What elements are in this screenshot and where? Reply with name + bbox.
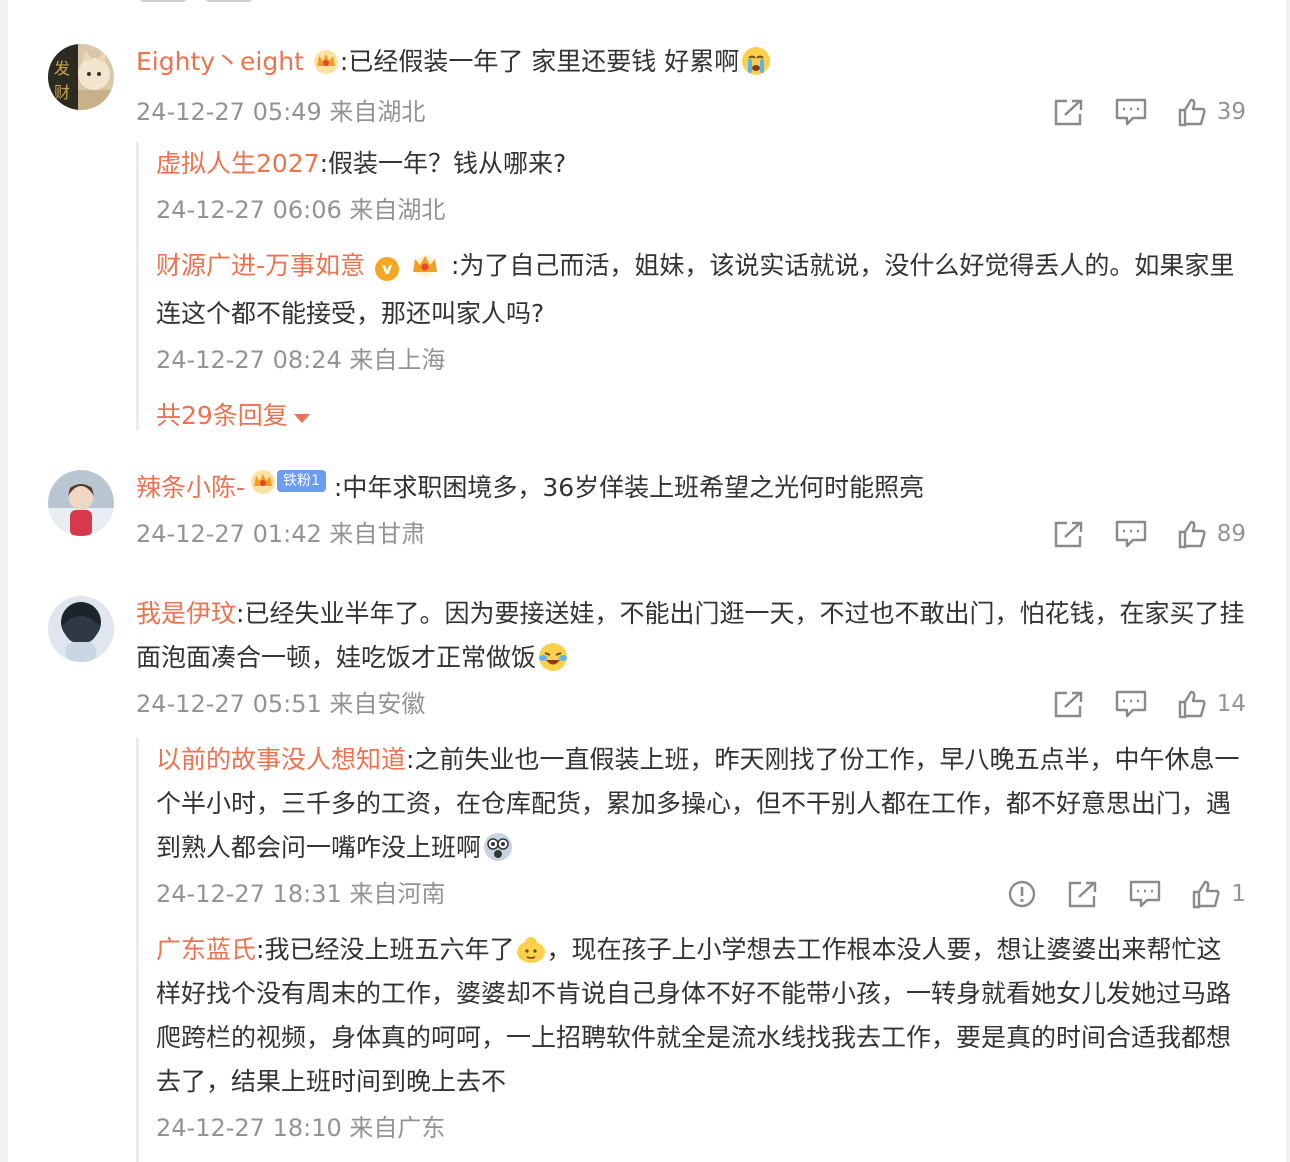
- share-button[interactable]: [1053, 97, 1085, 127]
- comment-actions: 39: [1023, 90, 1246, 134]
- sweat-emoji-icon: [516, 934, 546, 964]
- fan-badge: 铁粉1: [249, 469, 326, 494]
- reply-text: 广东蓝氏:我已经没上班五六年了 ，现在孩子上小学想去工作根本没人要，想让婆婆出来…: [156, 934, 1232, 1096]
- comment-meta: 24-12-27 05:49 来自湖北 39: [136, 90, 1246, 134]
- like-count: 39: [1216, 99, 1246, 125]
- reply-list: 以前的故事没人想知道:之前失业也一直假装上班，昨天刚找了份工作，早八晚五点半，中…: [136, 738, 1246, 1162]
- like-icon: [1178, 98, 1206, 127]
- comment-icon: [1115, 520, 1146, 548]
- reply-item: 广东蓝氏:我已经没上班五六年了 ，现在孩子上小学想去工作根本没人要，想让婆婆出来…: [156, 928, 1246, 1150]
- comment-text: 我是伊玟:已经失业半年了。因为要接送娃，不能出门逛一天，不过也不敢出门，怕花钱，…: [136, 599, 1245, 672]
- report-icon: [1009, 880, 1036, 908]
- comment-time: 24-12-27 01:42 来自甘肃: [136, 520, 426, 548]
- reply-actions: 1: [977, 872, 1246, 916]
- page-edge-left: [0, 0, 8, 1162]
- reply-item: 财源广进-万事如意 v :为了自己而活，姐妹，该说实话就说，没什么好觉得丢人的。如…: [156, 244, 1246, 382]
- user-name[interactable]: 财源广进-万事如意: [156, 251, 365, 280]
- crying-emoji-icon: [741, 46, 771, 76]
- crown-icon: [407, 248, 443, 292]
- reply-time: 24-12-27 18:10 来自广东: [156, 1114, 446, 1142]
- comment-time: 24-12-27 05:49 来自湖北: [136, 98, 426, 126]
- reply-text: 以前的故事没人想知道:之前失业也一直假装上班，昨天刚找了份工作，早八晚五点半，中…: [156, 745, 1240, 862]
- share-icon: [1054, 691, 1082, 718]
- reply-meta: 24-12-27 06:06 来自湖北: [156, 188, 1246, 232]
- comment-icon: [1115, 98, 1146, 126]
- share-icon: [1054, 99, 1082, 126]
- reply-time: 24-12-27 08:24 来自上海: [156, 346, 446, 374]
- like-button[interactable]: 39: [1177, 97, 1246, 127]
- page-edge-right: [1286, 0, 1290, 1162]
- reply-list: 虚拟人生2027:假装一年？钱从哪来? 24-12-27 06:06 来自湖北 …: [136, 142, 1246, 430]
- like-button[interactable]: 14: [1177, 689, 1246, 719]
- user-name[interactable]: 我是伊玟: [136, 599, 236, 628]
- comment-button[interactable]: [1115, 519, 1147, 549]
- shocked-emoji-icon: [483, 832, 513, 862]
- comment-button[interactable]: [1115, 97, 1147, 127]
- comment-button[interactable]: [1129, 879, 1161, 909]
- like-icon: [1178, 690, 1206, 719]
- user-name[interactable]: 以前的故事没人想知道: [156, 745, 406, 774]
- svg-text:财: 财: [54, 83, 70, 102]
- share-icon: [1069, 881, 1097, 908]
- crown-icon: [251, 470, 276, 494]
- comment-icon: [1115, 690, 1146, 718]
- comment-button[interactable]: [1115, 689, 1147, 719]
- previous-comment-cut: [140, 0, 300, 4]
- reply-time: 24-12-27 06:06 来自湖北: [156, 196, 446, 224]
- crown-icon: [312, 44, 340, 88]
- comment-text: Eighty丶eight :已经假装一年了 家里还要钱 好累啊: [136, 40, 1246, 88]
- comment-actions: 89: [1023, 512, 1246, 556]
- like-icon: [1178, 520, 1206, 549]
- comment-meta: 24-12-27 01:42 来自甘肃 89: [136, 512, 1246, 556]
- more-replies-link[interactable]: 共29条回复: [156, 396, 1246, 436]
- laughing-cry-emoji-icon: [538, 642, 568, 672]
- like-button[interactable]: 89: [1177, 519, 1246, 549]
- avatar[interactable]: [48, 470, 114, 536]
- report-button[interactable]: [1007, 879, 1037, 909]
- reply-time: 24-12-27 18:31 来自河南: [156, 880, 446, 908]
- like-count: 89: [1216, 521, 1246, 547]
- user-name[interactable]: 虚拟人生2027: [156, 149, 320, 178]
- verified-icon: v: [375, 257, 400, 281]
- user-name[interactable]: 辣条小陈-: [136, 473, 245, 502]
- fan-level-label: 铁粉1: [277, 470, 326, 492]
- caret-down-icon: [293, 413, 310, 423]
- reply-item: 以前的故事没人想知道:之前失业也一直假装上班，昨天刚找了份工作，早八晚五点半，中…: [156, 738, 1246, 916]
- reply-meta: 24-12-27 08:24 来自上海: [156, 338, 1246, 382]
- avatar[interactable]: [48, 596, 114, 662]
- comment-icon: [1130, 880, 1161, 908]
- avatar[interactable]: 发 财: [48, 44, 114, 110]
- comment-time: 24-12-27 05:51 来自安徽: [136, 690, 426, 718]
- like-icon: [1193, 880, 1220, 909]
- user-name[interactable]: 广东蓝氏: [156, 935, 256, 964]
- reply-text: 财源广进-万事如意 v :为了自己而活，姐妹，该说实话就说，没什么好觉得丢人的。如…: [156, 244, 1246, 336]
- reply-item: 虚拟人生2027:假装一年？钱从哪来? 24-12-27 06:06 来自湖北: [156, 142, 1246, 232]
- share-button[interactable]: [1067, 879, 1099, 909]
- user-name[interactable]: Eighty丶eight: [136, 47, 304, 76]
- share-button[interactable]: [1053, 519, 1085, 549]
- reply-meta: 24-12-27 18:10 来自广东: [156, 1106, 1246, 1150]
- reply-meta: 24-12-27 18:31 来自河南 1: [156, 872, 1246, 916]
- share-button[interactable]: [1053, 689, 1085, 719]
- comment-meta: 24-12-27 05:51 来自安徽 14: [136, 682, 1246, 726]
- like-count: 1: [1231, 881, 1246, 907]
- share-icon: [1054, 521, 1082, 548]
- reply-text: 虚拟人生2027:假装一年？钱从哪来?: [156, 149, 567, 178]
- svg-text:发: 发: [54, 59, 70, 78]
- like-count: 14: [1216, 691, 1246, 717]
- comment-actions: 14: [1023, 682, 1246, 726]
- comment-text: 辣条小陈- 铁粉1 :中年求职困境多，36岁佯装上班希望之光何时能照亮: [136, 466, 1246, 510]
- like-button[interactable]: 1: [1191, 879, 1246, 909]
